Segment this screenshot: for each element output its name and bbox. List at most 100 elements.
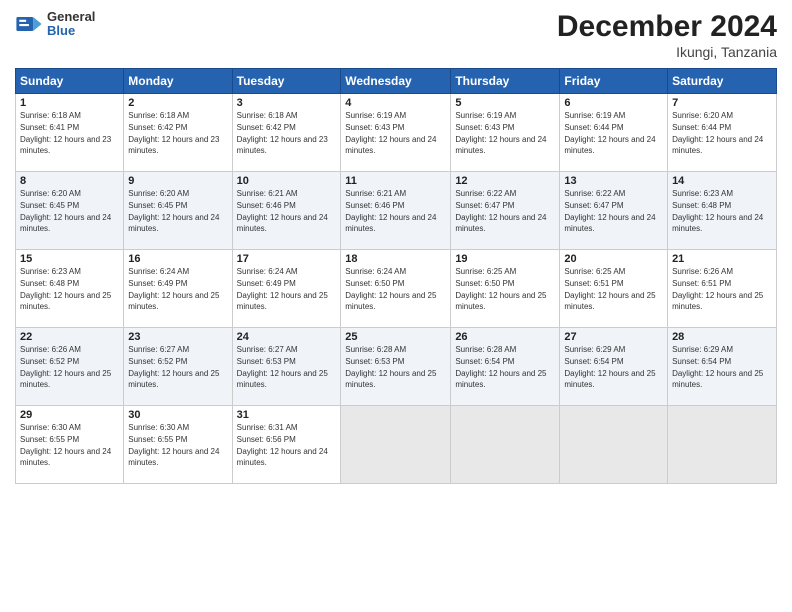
- day-info: Sunrise: 6:30 AMSunset: 6:55 PMDaylight:…: [20, 423, 111, 467]
- day-info: Sunrise: 6:26 AMSunset: 6:51 PMDaylight:…: [672, 267, 763, 311]
- day-info: Sunrise: 6:28 AMSunset: 6:54 PMDaylight:…: [455, 345, 546, 389]
- table-row: 29 Sunrise: 6:30 AMSunset: 6:55 PMDaylig…: [16, 406, 124, 484]
- day-number: 18: [345, 253, 446, 265]
- calendar-week-row: 8 Sunrise: 6:20 AMSunset: 6:45 PMDayligh…: [16, 172, 777, 250]
- day-number: 3: [237, 97, 337, 109]
- table-row: [341, 406, 451, 484]
- day-number: 1: [20, 97, 119, 109]
- table-row: 28 Sunrise: 6:29 AMSunset: 6:54 PMDaylig…: [668, 328, 777, 406]
- day-number: 8: [20, 175, 119, 187]
- table-row: [451, 406, 560, 484]
- day-info: Sunrise: 6:23 AMSunset: 6:48 PMDaylight:…: [20, 267, 111, 311]
- table-row: 9 Sunrise: 6:20 AMSunset: 6:45 PMDayligh…: [124, 172, 232, 250]
- table-row: 17 Sunrise: 6:24 AMSunset: 6:49 PMDaylig…: [232, 250, 341, 328]
- title-block: December 2024 Ikungi, Tanzania: [557, 10, 777, 60]
- day-number: 19: [455, 253, 555, 265]
- day-info: Sunrise: 6:23 AMSunset: 6:48 PMDaylight:…: [672, 189, 763, 233]
- table-row: 25 Sunrise: 6:28 AMSunset: 6:53 PMDaylig…: [341, 328, 451, 406]
- day-info: Sunrise: 6:20 AMSunset: 6:45 PMDaylight:…: [20, 189, 111, 233]
- table-row: 6 Sunrise: 6:19 AMSunset: 6:44 PMDayligh…: [560, 94, 668, 172]
- table-row: 31 Sunrise: 6:31 AMSunset: 6:56 PMDaylig…: [232, 406, 341, 484]
- col-wednesday: Wednesday: [341, 69, 451, 94]
- col-saturday: Saturday: [668, 69, 777, 94]
- day-info: Sunrise: 6:26 AMSunset: 6:52 PMDaylight:…: [20, 345, 111, 389]
- table-row: 19 Sunrise: 6:25 AMSunset: 6:50 PMDaylig…: [451, 250, 560, 328]
- day-number: 28: [672, 331, 772, 343]
- day-number: 11: [345, 175, 446, 187]
- logo: General Blue: [15, 10, 95, 39]
- day-info: Sunrise: 6:28 AMSunset: 6:53 PMDaylight:…: [345, 345, 436, 389]
- table-row: 1 Sunrise: 6:18 AMSunset: 6:41 PMDayligh…: [16, 94, 124, 172]
- table-row: 4 Sunrise: 6:19 AMSunset: 6:43 PMDayligh…: [341, 94, 451, 172]
- table-row: 30 Sunrise: 6:30 AMSunset: 6:55 PMDaylig…: [124, 406, 232, 484]
- table-row: 16 Sunrise: 6:24 AMSunset: 6:49 PMDaylig…: [124, 250, 232, 328]
- day-number: 15: [20, 253, 119, 265]
- day-info: Sunrise: 6:24 AMSunset: 6:50 PMDaylight:…: [345, 267, 436, 311]
- day-number: 23: [128, 331, 227, 343]
- day-number: 6: [564, 97, 663, 109]
- table-row: 13 Sunrise: 6:22 AMSunset: 6:47 PMDaylig…: [560, 172, 668, 250]
- day-info: Sunrise: 6:24 AMSunset: 6:49 PMDaylight:…: [237, 267, 328, 311]
- day-number: 31: [237, 409, 337, 421]
- col-sunday: Sunday: [16, 69, 124, 94]
- table-row: 20 Sunrise: 6:25 AMSunset: 6:51 PMDaylig…: [560, 250, 668, 328]
- month-title: December 2024: [557, 10, 777, 44]
- day-info: Sunrise: 6:29 AMSunset: 6:54 PMDaylight:…: [564, 345, 655, 389]
- day-info: Sunrise: 6:29 AMSunset: 6:54 PMDaylight:…: [672, 345, 763, 389]
- table-row: 5 Sunrise: 6:19 AMSunset: 6:43 PMDayligh…: [451, 94, 560, 172]
- table-row: 21 Sunrise: 6:26 AMSunset: 6:51 PMDaylig…: [668, 250, 777, 328]
- day-info: Sunrise: 6:19 AMSunset: 6:44 PMDaylight:…: [564, 111, 655, 155]
- day-number: 22: [20, 331, 119, 343]
- day-number: 13: [564, 175, 663, 187]
- table-row: 23 Sunrise: 6:27 AMSunset: 6:52 PMDaylig…: [124, 328, 232, 406]
- calendar-table: Sunday Monday Tuesday Wednesday Thursday…: [15, 68, 777, 484]
- table-row: 10 Sunrise: 6:21 AMSunset: 6:46 PMDaylig…: [232, 172, 341, 250]
- logo-icon: [15, 10, 43, 38]
- day-info: Sunrise: 6:20 AMSunset: 6:44 PMDaylight:…: [672, 111, 763, 155]
- day-info: Sunrise: 6:19 AMSunset: 6:43 PMDaylight:…: [345, 111, 436, 155]
- table-row: 7 Sunrise: 6:20 AMSunset: 6:44 PMDayligh…: [668, 94, 777, 172]
- day-info: Sunrise: 6:18 AMSunset: 6:42 PMDaylight:…: [237, 111, 328, 155]
- table-row: 26 Sunrise: 6:28 AMSunset: 6:54 PMDaylig…: [451, 328, 560, 406]
- logo-text: General Blue: [47, 10, 95, 39]
- day-info: Sunrise: 6:21 AMSunset: 6:46 PMDaylight:…: [345, 189, 436, 233]
- table-row: 12 Sunrise: 6:22 AMSunset: 6:47 PMDaylig…: [451, 172, 560, 250]
- day-number: 2: [128, 97, 227, 109]
- day-info: Sunrise: 6:25 AMSunset: 6:51 PMDaylight:…: [564, 267, 655, 311]
- table-row: 27 Sunrise: 6:29 AMSunset: 6:54 PMDaylig…: [560, 328, 668, 406]
- day-info: Sunrise: 6:27 AMSunset: 6:52 PMDaylight:…: [128, 345, 219, 389]
- day-number: 29: [20, 409, 119, 421]
- calendar-week-row: 22 Sunrise: 6:26 AMSunset: 6:52 PMDaylig…: [16, 328, 777, 406]
- day-number: 16: [128, 253, 227, 265]
- table-row: 2 Sunrise: 6:18 AMSunset: 6:42 PMDayligh…: [124, 94, 232, 172]
- day-info: Sunrise: 6:18 AMSunset: 6:42 PMDaylight:…: [128, 111, 219, 155]
- table-row: 3 Sunrise: 6:18 AMSunset: 6:42 PMDayligh…: [232, 94, 341, 172]
- col-tuesday: Tuesday: [232, 69, 341, 94]
- calendar-header-row: Sunday Monday Tuesday Wednesday Thursday…: [16, 69, 777, 94]
- col-thursday: Thursday: [451, 69, 560, 94]
- day-number: 4: [345, 97, 446, 109]
- table-row: [668, 406, 777, 484]
- table-row: 18 Sunrise: 6:24 AMSunset: 6:50 PMDaylig…: [341, 250, 451, 328]
- day-number: 10: [237, 175, 337, 187]
- col-monday: Monday: [124, 69, 232, 94]
- calendar-week-row: 15 Sunrise: 6:23 AMSunset: 6:48 PMDaylig…: [16, 250, 777, 328]
- day-number: 5: [455, 97, 555, 109]
- day-number: 7: [672, 97, 772, 109]
- day-number: 14: [672, 175, 772, 187]
- day-info: Sunrise: 6:30 AMSunset: 6:55 PMDaylight:…: [128, 423, 219, 467]
- day-number: 9: [128, 175, 227, 187]
- day-number: 27: [564, 331, 663, 343]
- table-row: 11 Sunrise: 6:21 AMSunset: 6:46 PMDaylig…: [341, 172, 451, 250]
- day-info: Sunrise: 6:22 AMSunset: 6:47 PMDaylight:…: [564, 189, 655, 233]
- page: General Blue December 2024 Ikungi, Tanza…: [0, 0, 792, 612]
- day-number: 25: [345, 331, 446, 343]
- day-info: Sunrise: 6:25 AMSunset: 6:50 PMDaylight:…: [455, 267, 546, 311]
- day-info: Sunrise: 6:20 AMSunset: 6:45 PMDaylight:…: [128, 189, 219, 233]
- day-info: Sunrise: 6:27 AMSunset: 6:53 PMDaylight:…: [237, 345, 328, 389]
- table-row: 14 Sunrise: 6:23 AMSunset: 6:48 PMDaylig…: [668, 172, 777, 250]
- day-number: 30: [128, 409, 227, 421]
- day-info: Sunrise: 6:22 AMSunset: 6:47 PMDaylight:…: [455, 189, 546, 233]
- calendar-week-row: 29 Sunrise: 6:30 AMSunset: 6:55 PMDaylig…: [16, 406, 777, 484]
- header: General Blue December 2024 Ikungi, Tanza…: [15, 10, 777, 60]
